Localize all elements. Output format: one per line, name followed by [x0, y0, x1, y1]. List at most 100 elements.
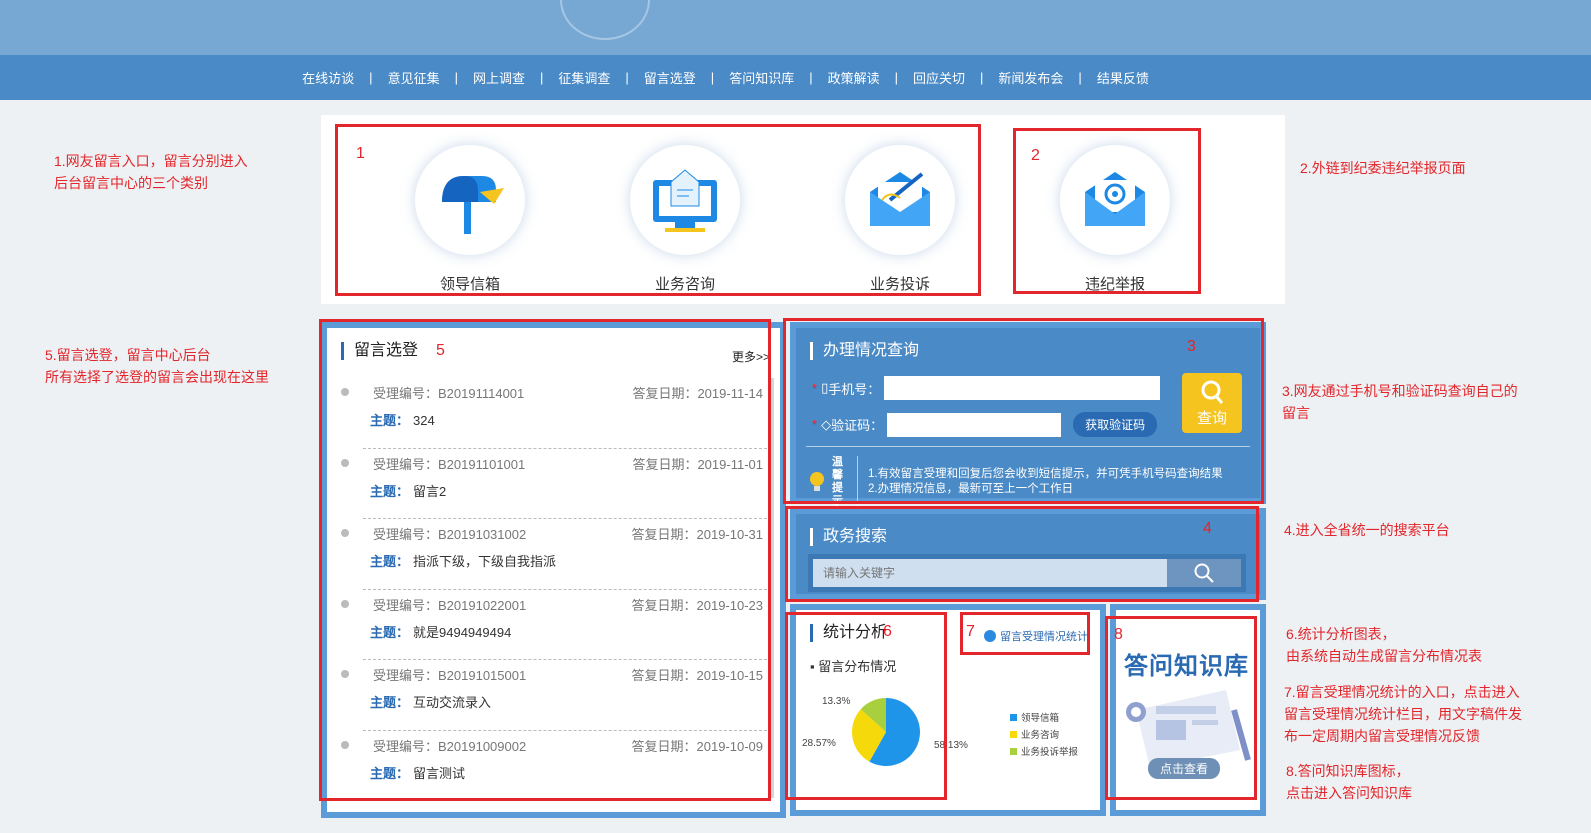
item-subject: 主题： 就是9494949494	[370, 622, 511, 641]
item-code: 受理编号：B20191015001	[373, 668, 527, 683]
nav-item: | 答问知识库	[696, 68, 794, 87]
acceptance-stats-link[interactable]: 留言受理情况统计	[984, 628, 1088, 644]
nav-item: | 留言选登	[610, 68, 695, 87]
nav-separator: |	[539, 70, 544, 85]
subject-text[interactable]: 就是9494949494	[413, 625, 511, 640]
panel-title: 留言选登	[341, 342, 418, 360]
entry-business-complaint[interactable]: 业务投诉	[835, 145, 965, 294]
nav-link[interactable]: 政策解读	[828, 68, 880, 87]
entry-label: 业务咨询	[654, 276, 715, 293]
nav-link[interactable]: 在线访谈	[302, 68, 354, 87]
tip-line: 2.办理情况信息，最新可至上一个工作日	[868, 483, 1074, 495]
legend-swatch	[1010, 714, 1017, 721]
kb-title: 答问知识库	[1124, 653, 1249, 680]
item-subject: 主题： 324	[370, 410, 435, 429]
required-star-icon: *	[812, 417, 818, 432]
qa-knowledge-base-panel[interactable]: 答问知识库 点击查看	[1110, 604, 1266, 816]
list-item[interactable]: 受理编号：B20191101001 答复日期：2019-11-01 主题： 留言2	[341, 449, 767, 519]
list-item[interactable]: 受理编号：B20191015001 答复日期：2019-10-15 主题： 互动交流录…	[341, 660, 767, 731]
phone-row: * ▯ 手机号：	[812, 376, 1161, 400]
list-item[interactable]: 受理编号：B20191031002 答复日期：2019-10-31 主题： 指派下级，…	[341, 519, 767, 590]
item-subject: 主题： 留言2	[370, 481, 446, 500]
panel-title: 统计分析	[810, 624, 887, 642]
more-link[interactable]: 更多>>	[732, 348, 770, 365]
subject-label: 主题：	[370, 695, 410, 710]
query-button[interactable]: 查询	[1182, 373, 1242, 433]
message-selection-panel: 留言选登 更多>> 受理编号：B20191114001 答复日期：2019-11-…	[321, 322, 786, 818]
subject-text[interactable]: 留言测试	[413, 766, 465, 781]
phone-label: 手机号：	[828, 381, 881, 397]
nav-link[interactable]: 答问知识库	[729, 68, 794, 87]
legend-label: 业务咨询	[1021, 730, 1060, 741]
annotation-number: 4	[1203, 520, 1212, 537]
bullet-dot	[341, 670, 349, 678]
mailbox-icon	[415, 145, 525, 255]
nav-item: | 征集调查	[525, 68, 610, 87]
nav-item: | 网上调查	[440, 68, 525, 87]
get-code-button[interactable]: 获取验证码	[1073, 412, 1158, 437]
annotation-note: 8.答问知识库图标， 点击进入答问知识库	[1286, 763, 1412, 801]
list-item[interactable]: 受理编号：B20191009002 答复日期：2019-10-09 主题： 留言测试	[341, 731, 767, 801]
bullet-dot	[341, 458, 349, 467]
subject-text[interactable]: 324	[413, 413, 435, 428]
annotation-note: 4.进入全省统一的搜索平台	[1284, 522, 1450, 538]
view-button[interactable]: 点击查看	[1148, 758, 1221, 779]
entry-leader-mailbox[interactable]: 领导信箱	[405, 145, 535, 294]
list-item[interactable]: 受理编号：B20191114001 答复日期：2019-11-14 主题： 324	[341, 378, 767, 449]
item-code: 受理编号：B20191101001	[373, 456, 526, 472]
pie-label-28: 28.57%	[802, 738, 836, 749]
tip-line: 1.有效留言受理和回复后您会收到短信提示，并可凭手机号码查询结果	[868, 468, 1223, 480]
verification-code-input[interactable]	[887, 412, 1062, 437]
envelope-pen-icon	[845, 145, 955, 255]
phone-icon: ▯	[821, 380, 829, 395]
annotation-note: 6.统计分析图表， 由系统自动生成留言分布情况表	[1286, 626, 1482, 664]
bullet-dot	[341, 388, 349, 396]
nav-link[interactable]: 回应关切	[913, 68, 965, 87]
entry-business-consult[interactable]: 业务咨询	[620, 145, 750, 294]
subject-label: 主题：	[370, 624, 410, 640]
code-row: * ◇ 验证码： 获取验证码	[812, 412, 1158, 437]
nav-item: | 回应关切	[880, 68, 965, 87]
nav-separator: |	[710, 70, 715, 85]
search-icon	[1194, 563, 1214, 583]
stats-link-icon	[984, 630, 996, 642]
annotation-number: 6	[883, 623, 892, 640]
legend-item: 业务投诉举报	[1010, 744, 1078, 761]
subject-text[interactable]: 互动交流录入	[413, 695, 491, 710]
nav-link[interactable]: 新闻发布会	[998, 68, 1063, 87]
pie-label-58: 58.13%	[934, 740, 968, 751]
nav-link[interactable]: 征集调查	[558, 68, 610, 87]
entry-discipline-report[interactable]: 违纪举报	[1050, 145, 1180, 294]
nav-link[interactable]: 网上调查	[473, 68, 525, 87]
list-item[interactable]: 受理编号：B20191022001 答复日期：2019-10-23 主题： 就是949…	[341, 590, 767, 660]
annotation-number: 1	[356, 145, 365, 162]
nav-link[interactable]: 留言选登	[644, 68, 696, 87]
annotation-number: 2	[1031, 147, 1040, 164]
item-subject: 主题： 指派下级，下级自我指派	[370, 551, 556, 570]
annotation-number: 3	[1187, 338, 1196, 355]
chart-legend: 领导信箱 业务咨询 业务投诉举报	[1010, 710, 1078, 761]
item-code: 受理编号：B20191031002	[373, 527, 527, 542]
message-list: 受理编号：B20191114001 答复日期：2019-11-14 主题： 324 受理…	[337, 378, 767, 801]
subject-text[interactable]: 留言2	[413, 484, 446, 499]
nav-separator: |	[894, 70, 898, 85]
message-entry-panel: 领导信箱 业务咨询 业务投诉 违纪举报	[321, 115, 1285, 304]
nav-separator: |	[1078, 70, 1082, 85]
annotation-number: 5	[436, 342, 445, 359]
search-input[interactable]	[813, 559, 1167, 587]
legend-swatch	[1010, 731, 1017, 738]
search-button[interactable]	[1167, 559, 1241, 587]
annotation-number: 7	[966, 623, 975, 640]
scrollbar[interactable]	[770, 378, 774, 798]
item-date: 答复日期：2019-10-09	[631, 738, 764, 754]
nav-item: 在线访谈	[302, 68, 354, 87]
tip-word: 温馨提示	[832, 456, 858, 508]
phone-input[interactable]	[884, 376, 1161, 400]
item-date: 答复日期：2019-11-01	[632, 456, 763, 472]
annotation-note: 3.网友通过手机号和验证码查询自己的 留言	[1282, 383, 1518, 421]
nav-link[interactable]: 意见征集	[388, 68, 440, 87]
monitor-letter-icon	[630, 145, 740, 255]
subject-text[interactable]: 指派下级，下级自我指派	[413, 554, 556, 569]
nav-link[interactable]: 结果反馈	[1097, 68, 1149, 87]
chart-subtitle: ▪ 留言分布情况	[810, 659, 897, 674]
